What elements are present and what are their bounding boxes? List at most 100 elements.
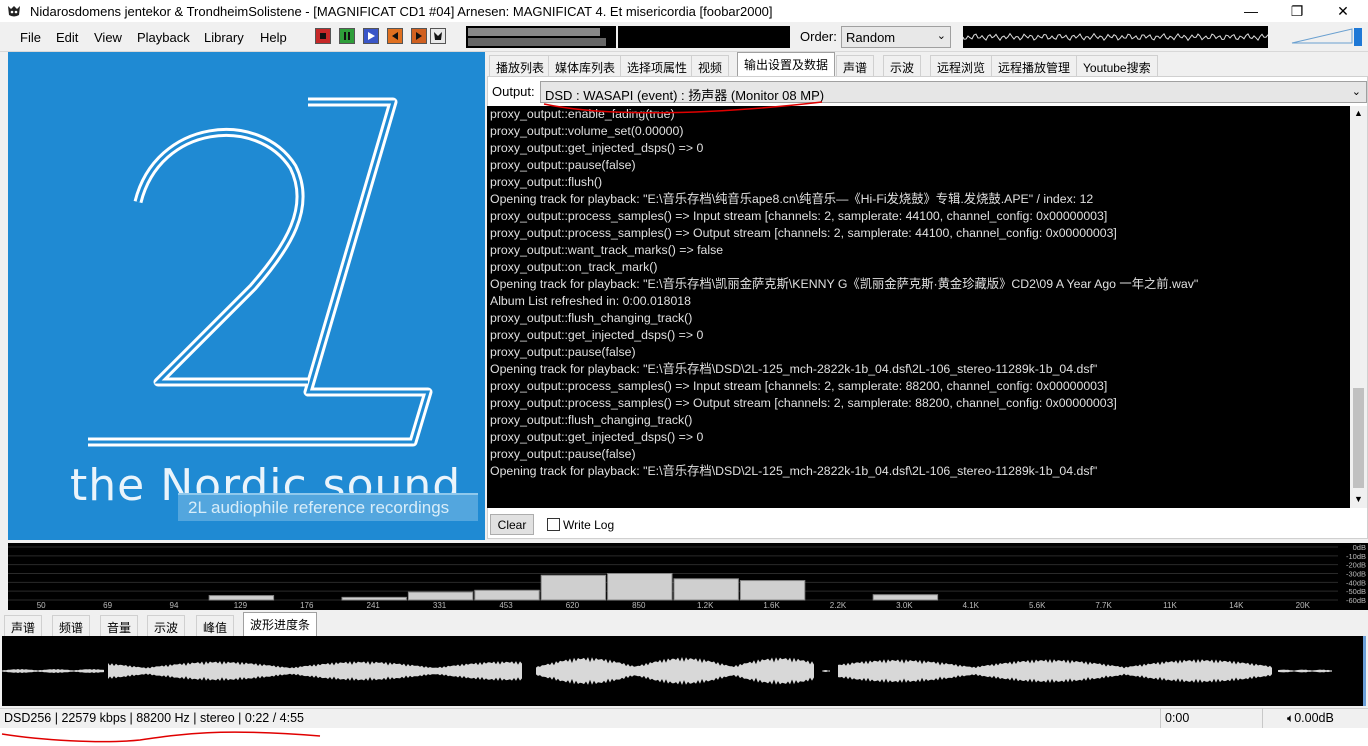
btab-waveform-seekbar[interactable]: 波形进度条 (243, 612, 318, 636)
scroll-up-icon[interactable]: ▲ (1354, 108, 1363, 118)
menu-edit[interactable]: Edit (56, 30, 78, 45)
spectrum-bar (739, 580, 806, 601)
console-scrollbar[interactable]: ▲ ▼ (1350, 106, 1367, 508)
console-line: proxy_output::process_samples() => Input… (490, 209, 1108, 223)
tab-selection-properties[interactable]: 选择项属性 (620, 55, 695, 76)
order-value: Random (846, 30, 896, 45)
volume-slider[interactable] (1290, 26, 1368, 48)
console-line: proxy_output::volume_set(0.00000) (490, 124, 684, 138)
clear-button[interactable]: Clear (490, 514, 534, 535)
spectrum-bar (341, 596, 407, 601)
window-title: Nidarosdomens jentekor & TrondheimSolist… (30, 3, 773, 19)
spectrum-freq-label: 331 (433, 601, 447, 610)
console-line: proxy_output::want_track_marks() => fals… (490, 243, 724, 257)
console-line: proxy_output::get_injected_dsps() => 0 (490, 328, 704, 342)
waveform-seekbar[interactable] (2, 636, 1366, 706)
spectrum-db-label: -40dB (1346, 578, 1366, 587)
btab-frequency[interactable]: 频谱 (52, 615, 91, 636)
tab-spectrum[interactable]: 声谱 (836, 55, 875, 76)
next-button[interactable] (411, 28, 427, 44)
title-bar: Nidarosdomens jentekor & TrondheimSolist… (0, 0, 1368, 22)
pause-button[interactable] (339, 28, 355, 44)
close-button[interactable]: ✕ (1320, 0, 1366, 22)
console-line: proxy_output::pause(false) (490, 447, 636, 461)
console-line: Opening track for playback: "E:\音乐存档\纯音乐… (490, 192, 1094, 206)
scroll-down-icon[interactable]: ▼ (1354, 494, 1363, 504)
tab-remote-playback[interactable]: 远程播放管理 (991, 55, 1078, 76)
menu-playback[interactable]: Playback (137, 30, 190, 45)
random-icon (434, 32, 442, 40)
spectrum-freq-label: 176 (300, 601, 314, 610)
tab-video[interactable]: 视频 (691, 55, 730, 76)
btab-volume[interactable]: 音量 (100, 615, 139, 636)
tab-remote-browse[interactable]: 远程浏览 (930, 55, 993, 76)
btab-peak[interactable]: 峰值 (196, 615, 235, 636)
tab-output-settings[interactable]: 输出设置及数据 (737, 52, 836, 77)
toolbar-oscilloscope (963, 26, 1268, 48)
visualisation-tabs: 声谱 频谱 音量 示波 峰值 波形进度条 (0, 612, 1368, 636)
chevron-down-icon: ⌄ (1351, 86, 1361, 98)
playback-position-marker (1363, 636, 1366, 706)
console-line: proxy_output::process_samples() => Input… (490, 379, 1108, 393)
spectrum-freq-label: 69 (103, 601, 112, 610)
spectrum-freq-label: 50 (37, 601, 46, 610)
stop-button[interactable] (315, 28, 331, 44)
tab-media-library[interactable]: 媒体库列表 (548, 55, 623, 76)
seek-bar[interactable] (466, 26, 616, 48)
spectrum-bar (407, 591, 474, 601)
spectrum-freq-label: 241 (367, 601, 381, 610)
scrollbar-thumb[interactable] (1353, 388, 1364, 488)
console-line: proxy_output::get_injected_dsps() => 0 (490, 430, 704, 444)
output-label: Output: (492, 84, 535, 99)
order-dropdown[interactable]: Random ⌄ (841, 26, 951, 48)
btab-oscilloscope[interactable]: 示波 (147, 615, 186, 636)
btab-spectrum[interactable]: 声谱 (4, 615, 43, 636)
play-button[interactable] (363, 28, 379, 44)
status-stream-info: DSD256 | 22579 kbps | 88200 Hz | stereo … (4, 711, 304, 725)
previous-icon (392, 32, 398, 40)
album-art: the Nordic sound 2L audiophile reference… (8, 52, 485, 540)
spectrum-freq-label: 11K (1163, 601, 1177, 610)
console-line: proxy_output::process_samples() => Outpu… (490, 226, 1117, 240)
red-underline-annotation (543, 101, 823, 114)
play-icon (368, 32, 375, 40)
menu-file[interactable]: File (20, 30, 41, 45)
tab-oscilloscope[interactable]: 示波 (883, 55, 922, 76)
console-line: Opening track for playback: "E:\音乐存档\DSD… (490, 464, 1098, 478)
spectrum-bar (474, 589, 540, 601)
console-log[interactable]: proxy_output::enable_fading(true) proxy_o… (487, 106, 1350, 508)
console-line: proxy_output::on_track_mark() (490, 260, 658, 274)
foobar-app-icon (8, 6, 20, 17)
spectrum-freq-label: 453 (499, 601, 513, 610)
spectrum-db-label: 0dB (1353, 543, 1366, 552)
status-volume[interactable]: 🔈︎0.00dB (1287, 711, 1334, 726)
console-line: proxy_output::flush_changing_track() (490, 311, 693, 325)
random-button[interactable] (430, 28, 446, 44)
spectrum-freq-label: 620 (566, 601, 580, 610)
console-line: proxy_output::get_injected_dsps() => 0 (490, 141, 704, 155)
spectrum-freq-label: 94 (170, 601, 179, 610)
spectrum-bar (872, 594, 939, 601)
spectrum-bar (607, 573, 673, 601)
write-log-checkbox[interactable] (547, 518, 560, 531)
previous-button[interactable] (387, 28, 403, 44)
minimize-button[interactable]: — (1228, 0, 1274, 22)
spectrum-freq-label: 1.2K (697, 601, 714, 610)
console-line: Opening track for playback: "E:\音乐存档\DSD… (490, 362, 1098, 376)
maximize-button[interactable]: ❐ (1274, 0, 1320, 22)
console-line: Opening track for playback: "E:\音乐存档\凯丽金… (490, 277, 1199, 291)
tab-playlist[interactable]: 播放列表 (489, 55, 552, 76)
toolbar-visualisation (618, 26, 790, 48)
menu-view[interactable]: View (94, 30, 122, 45)
menu-help[interactable]: Help (260, 30, 287, 45)
spectrum-db-label: -20dB (1346, 561, 1366, 570)
status-volume-value: 0.00dB (1294, 711, 1334, 725)
console-line: Album List refreshed in: 0:00.018018 (490, 294, 691, 308)
menu-library[interactable]: Library (204, 30, 244, 45)
pause-icon (344, 32, 350, 40)
red-underline-annotation-status (1, 731, 321, 743)
spectrum-freq-label: 850 (632, 601, 646, 610)
tab-youtube-search[interactable]: Youtube搜索 (1076, 55, 1158, 76)
spectrum-freq-label: 1.6K (763, 601, 780, 610)
spectrum-analyzer: 0dB-10dB-20dB-30dB-40dB-50dB-60dB 50 69 94 1… (8, 543, 1368, 610)
